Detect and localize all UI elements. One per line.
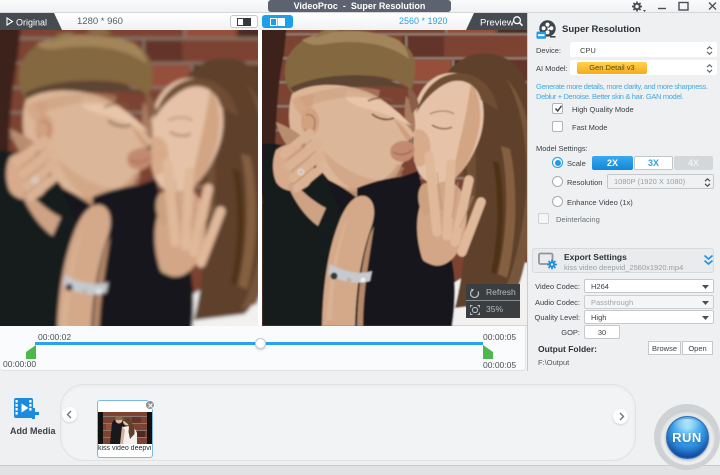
svg-text:Preview: Preview: [480, 18, 514, 29]
svg-text:Original: Original: [16, 17, 47, 27]
